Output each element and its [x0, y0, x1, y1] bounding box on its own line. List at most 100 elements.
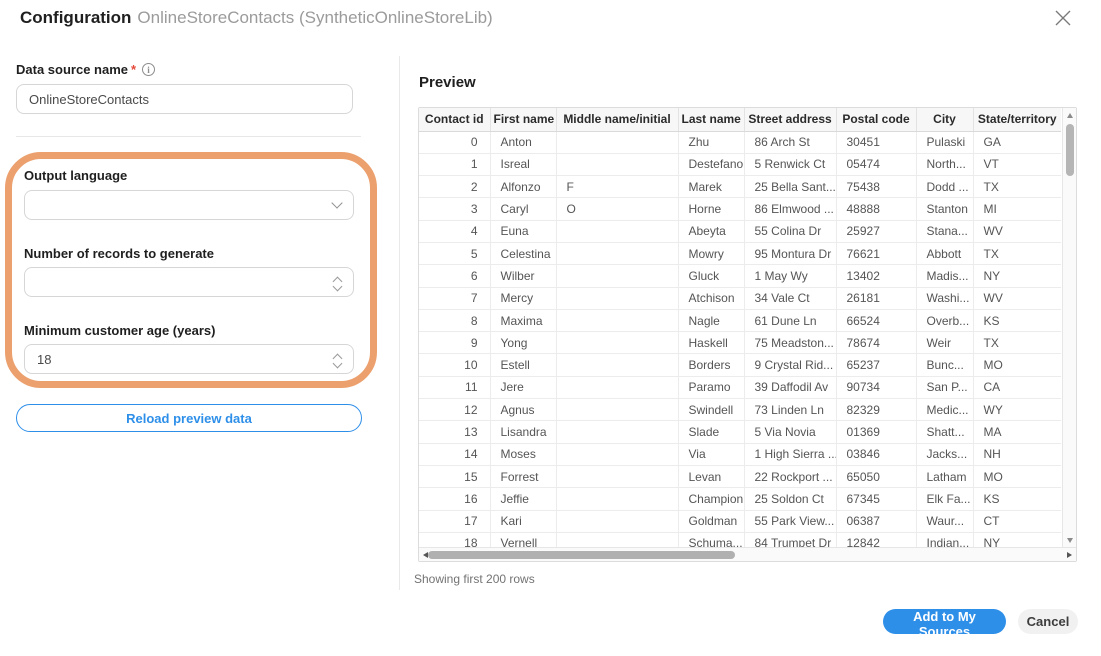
table-cell: San P...: [916, 376, 973, 398]
table-cell: 5 Renwick Ct: [744, 153, 836, 175]
table-cell: 82329: [836, 399, 916, 421]
table-cell: Paramo: [678, 376, 744, 398]
output-language-select[interactable]: [24, 190, 354, 220]
table-cell: Marek: [678, 176, 744, 198]
table-row: 3CarylOHorne86 Elmwood ...48888StantonMI: [419, 198, 1061, 220]
table-cell: Stanton: [916, 198, 973, 220]
vertical-scrollbar[interactable]: [1062, 108, 1076, 547]
table-row: 6WilberGluck1 May Wy13402Madis...NY: [419, 265, 1061, 287]
table-row: 13LisandraSlade5 Via Novia01369Shatt...M…: [419, 421, 1061, 443]
table-row: 8MaximaNagle61 Dune Ln66524Overb...KS: [419, 309, 1061, 331]
minimum-age-label: Minimum customer age (years): [24, 323, 215, 338]
table-cell: 5: [419, 242, 490, 264]
preview-data-table: Contact idFirst nameMiddle name/initialL…: [419, 108, 1061, 547]
table-cell: 13402: [836, 265, 916, 287]
table-cell: 65237: [836, 354, 916, 376]
table-cell: NH: [973, 443, 1061, 465]
vertical-scroll-thumb[interactable]: [1066, 124, 1074, 176]
dialog-header: Configuration OnlineStoreContacts (Synthe…: [20, 8, 493, 28]
cancel-button[interactable]: Cancel: [1018, 609, 1078, 634]
table-cell: Stana...: [916, 220, 973, 242]
column-header: Contact id: [419, 108, 490, 131]
number-stepper-icon[interactable]: [334, 275, 341, 290]
preview-table-viewport[interactable]: Contact idFirst nameMiddle name/initialL…: [419, 108, 1062, 547]
table-cell: 13: [419, 421, 490, 443]
table-cell: Jeffie: [490, 488, 556, 510]
configuration-dialog: Configuration OnlineStoreContacts (Synthe…: [0, 0, 1101, 656]
table-cell: WV: [973, 220, 1061, 242]
table-cell: Destefano: [678, 153, 744, 175]
scroll-down-icon[interactable]: [1067, 538, 1073, 543]
table-cell: NY: [973, 532, 1061, 547]
table-cell: NY: [973, 265, 1061, 287]
table-cell: 86 Elmwood ...: [744, 198, 836, 220]
table-cell: Euna: [490, 220, 556, 242]
table-cell: KS: [973, 488, 1061, 510]
table-cell: Dodd ...: [916, 176, 973, 198]
table-cell: 25 Bella Sant...: [744, 176, 836, 198]
table-cell: Waur...: [916, 510, 973, 532]
data-source-name-input[interactable]: [16, 84, 353, 114]
info-icon[interactable]: [142, 63, 155, 76]
column-header: State/territory: [973, 108, 1061, 131]
table-cell: Madis...: [916, 265, 973, 287]
minimum-age-value: 18: [37, 352, 51, 367]
page-title: Configuration: [20, 8, 131, 27]
records-to-generate-stepper[interactable]: [24, 267, 354, 297]
column-header: Street address: [744, 108, 836, 131]
table-cell: 8: [419, 309, 490, 331]
table-cell: Vernell: [490, 532, 556, 547]
preview-table-header-row: Contact idFirst nameMiddle name/initialL…: [419, 108, 1061, 131]
reload-preview-button[interactable]: Reload preview data: [16, 404, 362, 432]
table-cell: Washi...: [916, 287, 973, 309]
add-to-my-sources-button[interactable]: Add to My Sources: [883, 609, 1006, 634]
table-cell: Haskell: [678, 332, 744, 354]
table-cell: 25 Soldon Ct: [744, 488, 836, 510]
table-row: 18VernellSchuma...84 Trumpet Dr12842Indi…: [419, 532, 1061, 547]
table-cell: [556, 421, 678, 443]
table-cell: 22 Rockport ...: [744, 465, 836, 487]
rows-count-note: Showing first 200 rows: [414, 572, 535, 586]
data-source-name-label: Data source name*: [16, 62, 155, 77]
table-cell: Overb...: [916, 309, 973, 331]
table-cell: 9: [419, 332, 490, 354]
table-cell: Bunc...: [916, 354, 973, 376]
close-icon[interactable]: [1052, 8, 1074, 30]
table-cell: Estell: [490, 354, 556, 376]
table-cell: [556, 354, 678, 376]
preview-title: Preview: [419, 74, 476, 91]
panel-divider: [399, 56, 400, 590]
table-cell: Mowry: [678, 242, 744, 264]
table-cell: F: [556, 176, 678, 198]
table-cell: Zhu: [678, 131, 744, 153]
minimum-age-stepper[interactable]: 18: [24, 344, 354, 374]
page-subtitle: OnlineStoreContacts (SyntheticOnlineStor…: [137, 8, 492, 27]
table-row: 9YongHaskell75 Meadston...78674WeirTX: [419, 332, 1061, 354]
table-row: 16JeffieChampion25 Soldon Ct67345Elk Fa.…: [419, 488, 1061, 510]
scroll-up-icon[interactable]: [1067, 113, 1073, 118]
number-stepper-icon[interactable]: [334, 352, 341, 367]
table-cell: MO: [973, 354, 1061, 376]
table-cell: Moses: [490, 443, 556, 465]
table-cell: 39 Daffodil Av: [744, 376, 836, 398]
table-cell: Atchison: [678, 287, 744, 309]
horizontal-scrollbar[interactable]: [419, 547, 1076, 561]
table-cell: 34 Vale Ct: [744, 287, 836, 309]
table-cell: Weir: [916, 332, 973, 354]
table-cell: Anton: [490, 131, 556, 153]
table-cell: 14: [419, 443, 490, 465]
table-cell: Agnus: [490, 399, 556, 421]
table-cell: [556, 265, 678, 287]
table-cell: 66524: [836, 309, 916, 331]
data-source-name-label-text: Data source name: [16, 62, 128, 77]
table-cell: 78674: [836, 332, 916, 354]
records-to-generate-label: Number of records to generate: [24, 246, 214, 261]
table-cell: [556, 332, 678, 354]
table-cell: VT: [973, 153, 1061, 175]
table-cell: Elk Fa...: [916, 488, 973, 510]
table-row: 0AntonZhu86 Arch St30451PulaskiGA: [419, 131, 1061, 153]
horizontal-scroll-thumb[interactable]: [428, 551, 735, 559]
table-cell: 55 Colina Dr: [744, 220, 836, 242]
scroll-right-icon[interactable]: [1067, 552, 1072, 558]
table-cell: MO: [973, 465, 1061, 487]
